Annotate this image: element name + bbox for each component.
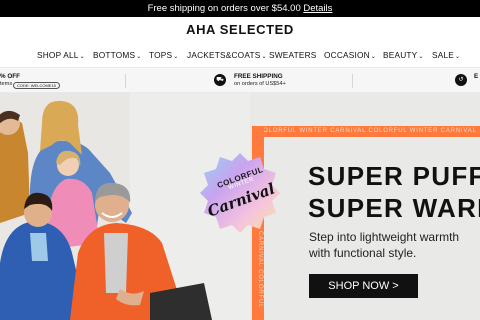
truck-icon: ⛟ (214, 74, 226, 86)
nav-label: SWEATERS (269, 50, 317, 60)
nav-label: SHOP ALL (37, 50, 79, 60)
nav-item-bottoms[interactable]: BOTTOMS⌄ (93, 50, 142, 60)
nav-label: SALE (432, 50, 455, 60)
discount-title: % OFF (0, 73, 20, 80)
frame-side-text: CARNIVAL COLORFUL (257, 231, 263, 309)
nav-label: OCCASION (324, 50, 370, 60)
nav-item-jackets-coats[interactable]: JACKETS&COATS⌄ (187, 50, 267, 60)
chevron-down-icon: ⌄ (418, 54, 424, 60)
nav-item-beauty[interactable]: BEAUTY⌄ (383, 50, 424, 60)
main-nav: SHOP ALL⌄ BOTTOMS⌄ TOPS⌄ JACKETS&COATS⌄ … (0, 43, 480, 67)
nav-item-tops[interactable]: TOPS⌄ (149, 50, 178, 60)
nav-label: JACKETS&COATS (187, 50, 261, 60)
frame-banner-top: COLORFUL WINTER CARNIVAL COLORFUL WINTER… (252, 126, 480, 137)
chevron-down-icon: ⌄ (79, 54, 85, 60)
nav-label: TOPS (149, 50, 173, 60)
carnival-badge: COLORFUL WINTER Carnival (198, 151, 282, 235)
hero-banner[interactable]: COLORFUL WINTER CARNIVAL COLORFUL WINTER… (0, 93, 480, 320)
shipping-subtitle: on orders of US$54+ (234, 81, 286, 87)
benefit-title-cut: E (474, 73, 479, 80)
divider (125, 74, 126, 88)
chevron-down-icon: ⌄ (136, 54, 142, 60)
announcement-bar: Free shipping on orders over $54.00 Deta… (0, 0, 480, 17)
nav-label: BEAUTY (383, 50, 418, 60)
discount-code-badge[interactable]: CODE: WELCOME15 (13, 82, 60, 89)
store-logo[interactable]: AHA SELECTED (0, 22, 480, 37)
chevron-down-icon: ⌄ (370, 54, 377, 60)
shipping-title: FREE SHIPPING (234, 73, 283, 80)
shop-now-button[interactable]: SHOP NOW > (309, 274, 418, 298)
announcement-text: Free shipping on orders over $54.00 (147, 3, 301, 14)
hero-subtext-line1: Step into lightweight warmth (309, 230, 460, 244)
return-icon: ↺ (455, 74, 467, 86)
chevron-down-icon: ⌄ (455, 54, 461, 60)
discount-subtitle: tems (0, 81, 13, 87)
nav-item-sweaters[interactable]: SWEATERS (269, 50, 317, 60)
nav-item-shop-all[interactable]: SHOP ALL⌄ (37, 50, 85, 60)
nav-item-occasion[interactable]: OCCASION⌄ (324, 50, 376, 60)
divider (352, 74, 353, 88)
headline-line1: SUPER PUFF (308, 161, 480, 191)
site-header: AHA SELECTED (0, 17, 480, 43)
benefits-bar: % OFF tems CODE: WELCOME15 ⛟ FREE SHIPPI… (0, 67, 480, 93)
chevron-down-icon: ⌄ (173, 54, 179, 60)
nav-label: BOTTOMS (93, 50, 136, 60)
headline-line2: SUPER WARM (308, 193, 480, 223)
chevron-down-icon: ⌄ (261, 54, 267, 60)
nav-item-sale[interactable]: SALE⌄ (432, 50, 460, 60)
details-link[interactable]: Details (303, 3, 332, 14)
hero-subtext-line2: with functional style. (309, 246, 417, 260)
